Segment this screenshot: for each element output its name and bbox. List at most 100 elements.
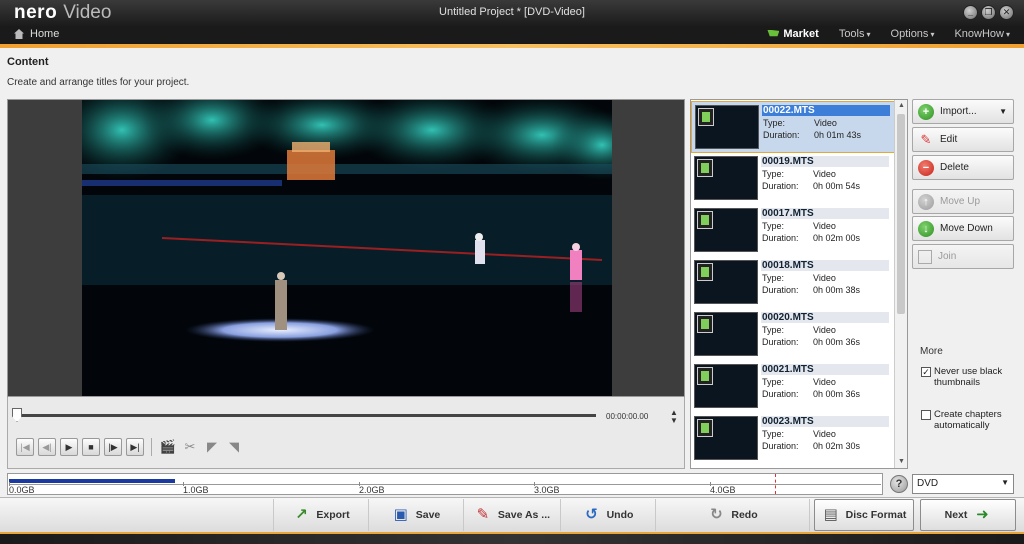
minimize-button[interactable]: _ [963, 5, 978, 20]
stop-button[interactable]: ■ [82, 438, 100, 456]
timecode-display: 00:00:00.00 [606, 412, 649, 421]
nav-menu: Market Tools ▾ Options ▾ KnowHow ▾ [767, 28, 1010, 40]
move-up-button[interactable]: ↑ Move Up [912, 189, 1014, 214]
list-item[interactable]: 00017.MTS Type: Video Duration: 0h 02m 0… [691, 205, 895, 257]
menu-tools[interactable]: Tools ▾ [839, 28, 871, 40]
export-button[interactable]: ↗ Export [273, 499, 368, 531]
clip-name: 00019.MTS [761, 156, 889, 167]
save-label: Save [415, 509, 441, 521]
clip-type: Video [813, 325, 836, 335]
clip-duration: 0h 00m 36s [813, 389, 861, 399]
save-button[interactable]: ▣ Save [368, 499, 463, 531]
clip-type: Video [813, 169, 836, 179]
arrow-down-icon: ↓ [918, 220, 934, 237]
menu-knowhow[interactable]: KnowHow ▾ [954, 28, 1010, 40]
capacity-tick-3: 3.0GB [534, 482, 560, 495]
help-icon[interactable]: ? [890, 475, 908, 493]
mark-in-icon[interactable]: ◤ [203, 439, 221, 455]
join-button[interactable]: Join [912, 244, 1014, 269]
clip-duration: 0h 01m 43s [814, 130, 862, 140]
list-item[interactable]: 00021.MTS Type: Video Duration: 0h 00m 3… [691, 361, 895, 413]
nav-bar: Home Market Tools ▾ Options ▾ KnowHow ▾ [0, 26, 1024, 44]
title-bar: nero Video Untitled Project * [DVD-Video]… [0, 0, 1024, 26]
mark-out-icon[interactable]: ◥ [225, 439, 243, 455]
clip-list-scrollbar[interactable]: ▲ ▼ [894, 100, 907, 468]
list-item[interactable]: 00022.MTS Type: Video Duration: 0h 01m 4… [691, 101, 895, 153]
scroll-down-icon[interactable]: ▼ [895, 458, 907, 465]
list-item[interactable]: 00019.MTS Type: Video Duration: 0h 00m 5… [691, 153, 895, 205]
home-link[interactable]: Home [14, 28, 59, 40]
clip-type: Video [813, 273, 836, 283]
scrollbar-thumb[interactable] [897, 114, 905, 314]
go-to-start-button[interactable]: |◀ [16, 438, 34, 456]
more-title: More [920, 346, 943, 357]
save-as-button[interactable]: ✎ Save As ... [463, 499, 560, 531]
clip-type: Video [814, 118, 837, 128]
clip-duration: 0h 02m 30s [813, 441, 861, 451]
clip-type-label: Type: [763, 118, 786, 128]
disc-type-value: DVD [917, 478, 939, 489]
video-preview [7, 99, 685, 397]
list-item[interactable]: 00020.MTS Type: Video Duration: 0h 00m 3… [691, 309, 895, 361]
create-chapters-checkbox[interactable]: Create chapters automatically [921, 409, 1013, 431]
import-button[interactable]: + Import... ▼ [912, 99, 1014, 124]
scroll-up-icon[interactable]: ▲ [895, 102, 907, 109]
next-frame-button[interactable]: |▶ [104, 438, 122, 456]
clip-list: 00022.MTS Type: Video Duration: 0h 01m 4… [690, 99, 908, 469]
clip-name: 00022.MTS [762, 105, 890, 116]
scissors-icon[interactable]: ✂ [181, 439, 199, 455]
disc-format-label: Disc Format [845, 509, 907, 521]
capacity-used-fill [9, 479, 175, 483]
checkbox-unchecked-icon[interactable] [921, 410, 931, 420]
film-icon [697, 211, 713, 229]
checkbox-checked-icon[interactable]: ✓ [921, 367, 931, 377]
clip-duration: 0h 00m 38s [813, 285, 861, 295]
edit-button[interactable]: ✎ Edit [912, 127, 1014, 152]
clip-type-label: Type: [762, 221, 785, 231]
clip-thumbnail [694, 260, 758, 304]
playback-buttons: |◀ ◀| ▶ ■ |▶ ▶| 🎬 ✂ ◤ ◥ [16, 438, 243, 456]
menu-market[interactable]: Market [767, 28, 819, 40]
chevron-down-icon: ▾ [866, 30, 871, 39]
menu-options-label: Options [890, 28, 929, 40]
never-black-thumbnails-checkbox[interactable]: ✓ Never use black thumbnails [921, 366, 1013, 388]
list-item[interactable]: 00018.MTS Type: Video Duration: 0h 00m 3… [691, 257, 895, 309]
close-button[interactable]: ✕ [999, 5, 1014, 20]
disc-format-icon: ▤ [823, 506, 838, 523]
maximize-button[interactable]: ❐ [981, 5, 996, 20]
previous-frame-button[interactable]: ◀| [38, 438, 56, 456]
clapperboard-icon[interactable]: 🎬 [159, 439, 177, 455]
clip-name: 00018.MTS [761, 260, 889, 271]
save-as-icon: ✎ [476, 506, 490, 523]
timeline-track[interactable] [16, 414, 596, 417]
capacity-tick-2: 2.0GB [359, 482, 385, 495]
go-to-end-button[interactable]: ▶| [126, 438, 144, 456]
clip-thumbnail [694, 208, 758, 252]
clip-thumbnail [694, 416, 758, 460]
timeline-slider-handle[interactable] [12, 408, 22, 422]
video-frame-image [82, 100, 612, 396]
floppy-disk-icon: ▣ [393, 506, 408, 523]
capacity-tick-0: 0.0GB [9, 482, 35, 495]
redo-button[interactable]: ↻ Redo [655, 499, 810, 531]
disc-type-select[interactable]: DVD ▼ [912, 474, 1014, 494]
chevron-down-icon: ▾ [1005, 30, 1010, 39]
move-down-button[interactable]: ↓ Move Down [912, 216, 1014, 241]
join-icon [918, 249, 932, 264]
export-label: Export [316, 509, 350, 521]
arrow-up-icon: ↑ [918, 193, 934, 210]
next-label: Next [944, 509, 968, 521]
menu-options[interactable]: Options ▾ [891, 28, 935, 40]
film-icon [697, 263, 713, 281]
undo-button[interactable]: ↺ Undo [560, 499, 655, 531]
delete-button[interactable]: − Delete [912, 155, 1014, 180]
clip-duration: 0h 00m 54s [813, 181, 861, 191]
delete-icon: − [918, 159, 934, 176]
timecode-spinner[interactable]: ▲ ▼ [670, 409, 678, 425]
list-item[interactable]: 00023.MTS Type: Video Duration: 0h 02m 3… [691, 413, 895, 465]
chevron-down-icon[interactable]: ▼ [999, 107, 1007, 116]
save-as-label: Save As ... [497, 509, 551, 521]
disc-format-button[interactable]: ▤ Disc Format [814, 499, 914, 531]
play-button[interactable]: ▶ [60, 438, 78, 456]
next-button[interactable]: Next ➜ [920, 499, 1016, 531]
